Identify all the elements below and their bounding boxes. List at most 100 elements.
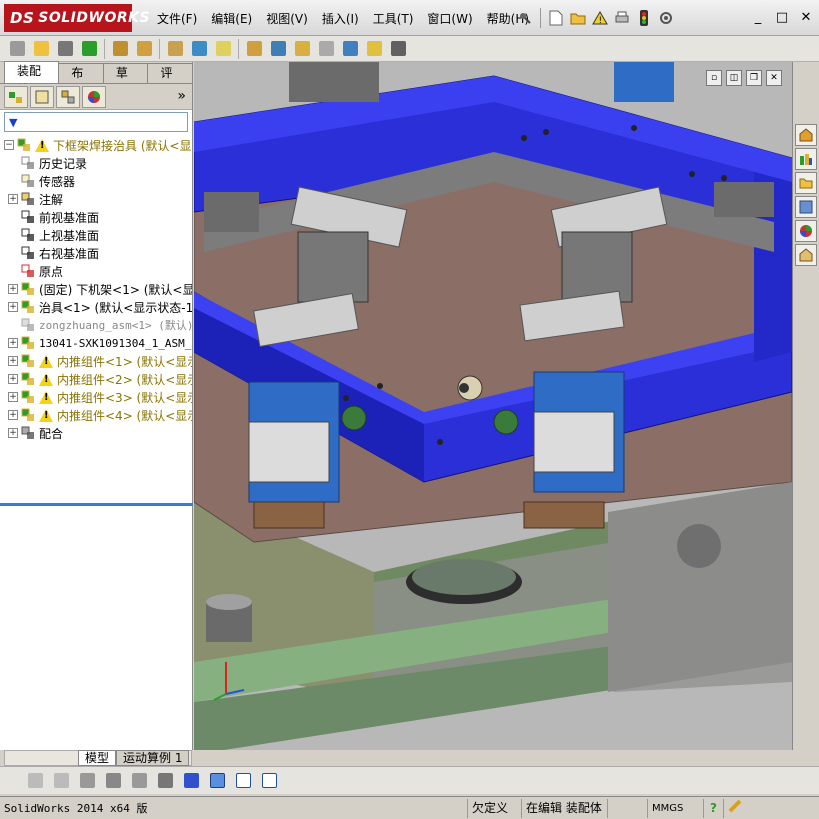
filter-input[interactable]: ▼ [4, 112, 188, 132]
file-explorer-icon[interactable] [795, 172, 817, 194]
instant3d-icon[interactable] [339, 39, 361, 59]
property-manager-icon[interactable] [30, 85, 54, 108]
appearances-icon[interactable] [795, 220, 817, 242]
assembly-features-icon[interactable] [188, 39, 210, 59]
tree-node[interactable]: + 内推组件<4> (默认<显示状态-1>) [0, 406, 192, 424]
menu-tools[interactable]: 工具(T) [366, 10, 421, 28]
section-view-icon[interactable] [76, 771, 98, 791]
graphics-area[interactable]: ▫ ◫ ❐ ✕ [194, 62, 792, 750]
configuration-manager-icon[interactable] [56, 85, 80, 108]
menu-window[interactable]: 窗口(W) [420, 10, 479, 28]
view-cube-icon[interactable] [206, 771, 228, 791]
solidworks-logo[interactable]: DS SOLIDWORKS [4, 4, 150, 32]
tree-node[interactable]: + 内推组件<2> (默认<显示状态-1>) [0, 370, 192, 388]
expand-icon[interactable]: + [8, 284, 18, 294]
reference-geometry-icon[interactable] [212, 39, 234, 59]
show-hidden-icon[interactable] [164, 39, 186, 59]
plane-icon [20, 246, 36, 260]
expand-icon[interactable]: + [8, 302, 18, 312]
tree-node[interactable]: + 内推组件<1> (默认<显示状态-1>) [0, 352, 192, 370]
rebuild-status-icon[interactable] [724, 799, 764, 818]
mate-ref-icon[interactable] [154, 771, 176, 791]
help-icon[interactable]: ? [704, 798, 724, 818]
tab-assembly[interactable]: 装配体 [4, 61, 60, 97]
custom-properties-icon[interactable] [795, 244, 817, 266]
expand-icon[interactable]: + [8, 194, 18, 204]
tree-node[interactable]: +13041-SXK1091304_1_ASM_1 [0, 334, 192, 352]
tree-node[interactable]: + 配合 [0, 424, 192, 442]
expand-icon[interactable]: + [8, 356, 18, 366]
tree-node[interactable]: 前视基准面 [0, 208, 192, 226]
expand-icon[interactable]: + [8, 338, 18, 348]
expand-icon[interactable]: + [8, 428, 18, 438]
expand-icon[interactable]: + [8, 410, 18, 420]
tree-node[interactable]: + 注解 [0, 190, 192, 208]
menu-view[interactable]: 视图(V) [259, 10, 315, 28]
open-folder-icon[interactable] [568, 8, 588, 28]
chart-icon[interactable] [180, 771, 202, 791]
more-panels-button[interactable]: » [177, 88, 186, 104]
expand-icon[interactable]: + [8, 374, 18, 384]
tree-node[interactable]: 原点 [0, 262, 192, 280]
tab-model[interactable]: 模型 [78, 750, 117, 766]
split-view-icon[interactable] [258, 771, 280, 791]
version-label: SolidWorks 2014 x64 版 [0, 798, 468, 818]
explode-line-sketch-icon[interactable] [315, 39, 337, 59]
menu-file[interactable]: 文件(F) [150, 10, 204, 28]
units-selector[interactable]: MMGS [648, 798, 704, 818]
tab-evaluate[interactable]: 评估 [147, 63, 194, 99]
exploded-view-icon[interactable] [291, 39, 313, 59]
single-view-icon[interactable] [232, 771, 254, 791]
expand-icon[interactable]: + [8, 392, 18, 402]
mate-icon[interactable] [54, 39, 76, 59]
menu-insert[interactable]: 插入(I) [315, 10, 366, 28]
collapse-icon[interactable]: − [4, 140, 14, 150]
move-component-icon[interactable] [133, 39, 155, 59]
update-speedpak-icon[interactable] [363, 39, 385, 59]
tab-layout[interactable]: 布局 [58, 63, 104, 99]
tree-node[interactable]: zongzhuang_asm<1> (默认) [0, 316, 192, 334]
smart-fasteners-icon[interactable] [109, 39, 131, 59]
bill-of-materials-icon[interactable] [267, 39, 289, 59]
list-icon[interactable] [102, 771, 124, 791]
solidworks-resources-icon[interactable] [795, 124, 817, 146]
view-palette-icon[interactable] [795, 196, 817, 218]
tab-motion-study[interactable]: 运动算例 1 [116, 750, 190, 766]
take-snapshot-icon[interactable] [387, 39, 409, 59]
new-part-icon[interactable] [30, 39, 52, 59]
print-icon[interactable] [612, 8, 632, 28]
tab-sketch[interactable]: 草图 [102, 63, 149, 99]
minimize-button[interactable]: _ [749, 8, 767, 26]
tree-node[interactable]: 上视基准面 [0, 226, 192, 244]
design-library-icon[interactable] [795, 148, 817, 170]
traffic-light-icon[interactable] [634, 8, 654, 28]
display-manager-icon[interactable] [82, 85, 106, 108]
options-icon[interactable] [656, 8, 676, 28]
table-icon[interactable] [128, 771, 150, 791]
tree-node[interactable]: 右视基准面 [0, 244, 192, 262]
feature-tree-icon[interactable] [4, 85, 28, 108]
tree-node[interactable]: + 内推组件<3> (默认<显示状态-1>) [0, 388, 192, 406]
new-motion-study-icon[interactable] [243, 39, 265, 59]
zoom-icon[interactable] [24, 771, 46, 791]
insert-component-icon[interactable] [6, 39, 28, 59]
viewport-split-icon[interactable]: ▫ [706, 70, 722, 86]
viewport-close-icon[interactable]: ✕ [766, 70, 782, 86]
tree-node-label: zongzhuang_asm<1> (默认) [39, 319, 192, 332]
tree-node[interactable]: + (固定) 下机架<1> (默认<显示状态-1>) [0, 280, 192, 298]
pushpin-icon[interactable] [515, 8, 535, 28]
new-document-icon[interactable] [546, 8, 566, 28]
viewport-tile-icon[interactable]: ◫ [726, 70, 742, 86]
rotate-icon[interactable] [50, 771, 72, 791]
tree-node[interactable]: + 治具<1> (默认<显示状态-1>) [0, 298, 192, 316]
menu-edit[interactable]: 编辑(E) [204, 10, 259, 28]
tree-node[interactable]: 传感器 [0, 172, 192, 190]
tree-node[interactable]: 历史记录 [0, 154, 192, 172]
viewport-restore-icon[interactable]: ❐ [746, 70, 762, 86]
restore-button[interactable]: □ [773, 8, 791, 26]
linear-pattern-icon[interactable] [78, 39, 100, 59]
rebuild-warning-icon[interactable]: ! [590, 8, 610, 28]
main-menu: 文件(F) 编辑(E) 视图(V) 插入(I) 工具(T) 窗口(W) 帮助(H… [150, 10, 536, 28]
tree-node[interactable]: − 下框架焊接治具 (默认<显示状态-1>) [0, 136, 192, 154]
close-button[interactable]: ✕ [797, 8, 815, 26]
